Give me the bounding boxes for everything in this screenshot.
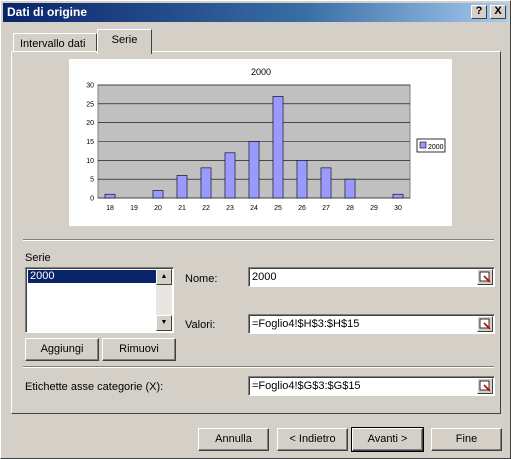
y-tick-label: 10 (86, 158, 94, 165)
back-button[interactable]: < Indietro (277, 428, 348, 451)
valori-label: Valori: (185, 319, 216, 331)
range-picker-icon[interactable] (477, 378, 493, 394)
series-listbox[interactable]: 2000 ▲ ▼ (25, 267, 174, 333)
etichette-value: =Foglio4!$G$3:$G$15 (252, 380, 361, 392)
x-tick-label: 29 (370, 205, 378, 212)
y-tick-label: 30 (86, 83, 94, 90)
x-tick-label: 22 (202, 205, 210, 212)
scroll-down-icon[interactable]: ▼ (156, 315, 172, 331)
legend: 2000 (416, 138, 446, 153)
next-button[interactable]: Avanti > (351, 427, 424, 452)
x-tick-label: 27 (322, 205, 330, 212)
nome-value: 2000 (252, 271, 277, 283)
bar (248, 141, 260, 199)
legend-swatch (419, 141, 427, 149)
x-tick-label: 24 (250, 205, 258, 212)
bar (200, 167, 212, 199)
chart-title: 2000 (251, 67, 271, 77)
x-tick-label: 20 (154, 205, 162, 212)
bar (104, 193, 116, 199)
nome-label: Nome: (185, 273, 218, 285)
y-tick-label: 0 (90, 196, 94, 203)
separator-bottom (23, 366, 494, 368)
bar (392, 193, 404, 199)
valori-field[interactable]: =Foglio4!$H$3:$H$15 (248, 314, 495, 334)
window-title: Dati di origine (7, 5, 88, 19)
x-tick-label: 30 (394, 205, 402, 212)
chart-preview: 2000 0 5 10 15 20 25 30 18 19 20 21 22 23 24 25 26 27 28… (69, 59, 452, 226)
bar (224, 152, 236, 199)
chart-svg: 2000 0 5 10 15 20 25 30 18 19 20 21 22 23 24 25 26 27 28… (86, 67, 446, 212)
etichette-field[interactable]: =Foglio4!$G$3:$G$15 (248, 376, 495, 396)
bar (152, 190, 164, 199)
bar (344, 178, 356, 199)
x-tick-label: 26 (298, 205, 306, 212)
finish-button[interactable]: Fine (431, 428, 502, 451)
scroll-up-icon[interactable]: ▲ (156, 269, 172, 285)
serie-label: Serie (25, 252, 51, 264)
add-series-button[interactable]: Aggiungi (25, 338, 99, 361)
list-item[interactable]: 2000 (28, 270, 158, 283)
tab-serie[interactable]: Serie (97, 29, 152, 54)
x-tick-labels: 18 19 20 21 22 23 24 25 26 27 28 29 30 (106, 205, 402, 212)
nome-field[interactable]: 2000 (248, 267, 495, 287)
legend-label: 2000 (428, 144, 444, 151)
y-tick-label: 20 (86, 120, 94, 127)
remove-series-button[interactable]: Rimuovi (102, 338, 176, 361)
close-button[interactable]: X (490, 5, 506, 19)
bar (320, 167, 332, 199)
range-picker-icon[interactable] (477, 316, 493, 332)
x-tick-label: 23 (226, 205, 234, 212)
dialog-window: Dati di origine ? X Intervallo dati Seri… (0, 0, 511, 459)
x-tick-label: 21 (178, 205, 186, 212)
x-tick-label: 25 (274, 205, 282, 212)
range-picker-icon[interactable] (477, 269, 493, 285)
x-tick-label: 28 (346, 205, 354, 212)
x-tick-label: 18 (106, 205, 114, 212)
y-tick-label: 15 (86, 139, 94, 146)
valori-value: =Foglio4!$H$3:$H$15 (252, 318, 360, 330)
listbox-scrollbar[interactable]: ▲ ▼ (156, 269, 172, 331)
y-tick-label: 25 (86, 101, 94, 108)
y-tick-labels: 0 5 10 15 20 25 30 (86, 83, 94, 203)
help-button[interactable]: ? (471, 5, 487, 19)
x-tick-label: 19 (130, 205, 138, 212)
bar (296, 160, 308, 199)
separator-top (23, 239, 494, 241)
bar (272, 95, 284, 199)
title-bar[interactable]: Dati di origine ? X (3, 3, 508, 22)
cancel-button[interactable]: Annulla (198, 428, 269, 451)
bar (176, 175, 188, 199)
y-tick-label: 5 (90, 177, 94, 184)
etichette-label: Etichette asse categorie (X): (25, 381, 164, 393)
tab-intervallo-dati[interactable]: Intervallo dati (13, 33, 97, 52)
